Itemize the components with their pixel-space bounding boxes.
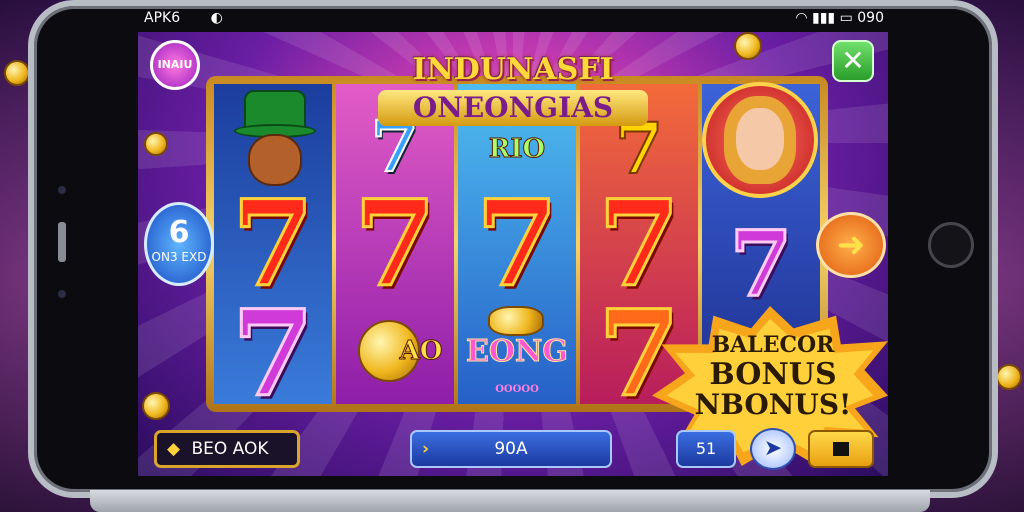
floating-coin	[4, 60, 30, 86]
seven-symbol: 7	[728, 211, 794, 317]
bonus-line-2: BONUS	[709, 357, 837, 392]
close-button[interactable]: ✕	[832, 40, 874, 82]
status-left-text: APK6	[144, 10, 181, 26]
reel3-bonus-label: EONG	[465, 334, 569, 370]
arrow-right-icon: ➜	[836, 225, 866, 265]
seven-symbol: 7	[474, 174, 559, 313]
floating-coin	[142, 392, 170, 420]
spin-arrow-icon: ➤	[763, 436, 783, 461]
volume-button[interactable]	[58, 222, 66, 262]
top-left-badge[interactable]: INAIU	[150, 40, 200, 90]
signal-icon: ▮▮▮	[812, 10, 836, 26]
face-icon	[736, 108, 784, 170]
battery-icon: ▭	[839, 10, 853, 26]
coin-icon: ◆	[167, 439, 181, 459]
title-line-1: INDUNASFI	[412, 52, 614, 87]
status-bar: APK6 ◐ ◠ ▮▮▮ ▭ 090	[140, 6, 888, 30]
level-sub-label: ON3 EXD	[151, 250, 207, 264]
bet-value: 90A	[494, 439, 528, 459]
floating-coin	[144, 132, 168, 156]
wifi-icon: ◠	[795, 10, 808, 26]
next-arrow-button[interactable]: ➜	[816, 212, 886, 278]
seven-symbol: 7	[352, 174, 437, 313]
phone-bottom-edge	[90, 490, 930, 512]
bonus-burst-text[interactable]: BALECOR BONUS NBONUS!	[678, 330, 868, 420]
line-count-value: 51	[695, 439, 717, 458]
balance-label: BEO AOK	[191, 439, 269, 459]
camera-dot	[58, 290, 66, 298]
title-line-2: ONEONGIAS	[378, 90, 648, 126]
floating-coin	[996, 364, 1022, 390]
level-number: 6	[168, 215, 190, 250]
coin-label: AO	[399, 336, 443, 367]
chevron-right-icon: ›	[422, 439, 430, 459]
game-screen: INAIU ✕ 7 7 7 7 AO RIO 7 EONG OOOOO 7 7 …	[138, 32, 888, 476]
reel-1: 7 7	[214, 84, 332, 404]
status-time: 090	[857, 10, 884, 26]
bonus-line-3: NBONUS!	[694, 388, 852, 421]
bonus-line-1: BALECOR	[711, 332, 835, 358]
stop-button[interactable]	[808, 430, 874, 468]
spin-button[interactable]: ➤	[750, 428, 796, 470]
line-count-field[interactable]: 51	[676, 430, 736, 468]
floating-coin	[734, 32, 762, 60]
coin-stack-icon	[488, 306, 544, 336]
camera-dot	[58, 186, 66, 194]
android-icon: ◐	[210, 10, 223, 26]
bottom-bar: ◆ BEO AOK › 90A 51 ➤	[138, 424, 888, 476]
level-badge[interactable]: 6 ON3 EXD	[144, 202, 214, 286]
close-icon: ✕	[841, 44, 865, 77]
balance-button[interactable]: ◆ BEO AOK	[154, 430, 300, 468]
top-left-badge-text: INAIU	[157, 58, 193, 71]
seven-symbol: 7	[230, 284, 315, 404]
stop-icon	[833, 442, 849, 456]
reel3-strip-label: OOOOO	[495, 384, 539, 395]
bet-field[interactable]: › 90A	[410, 430, 612, 468]
home-button[interactable]	[928, 222, 974, 268]
character-portrait	[702, 82, 818, 198]
game-title: INDUNASFI ONEONGIAS	[378, 50, 648, 146]
